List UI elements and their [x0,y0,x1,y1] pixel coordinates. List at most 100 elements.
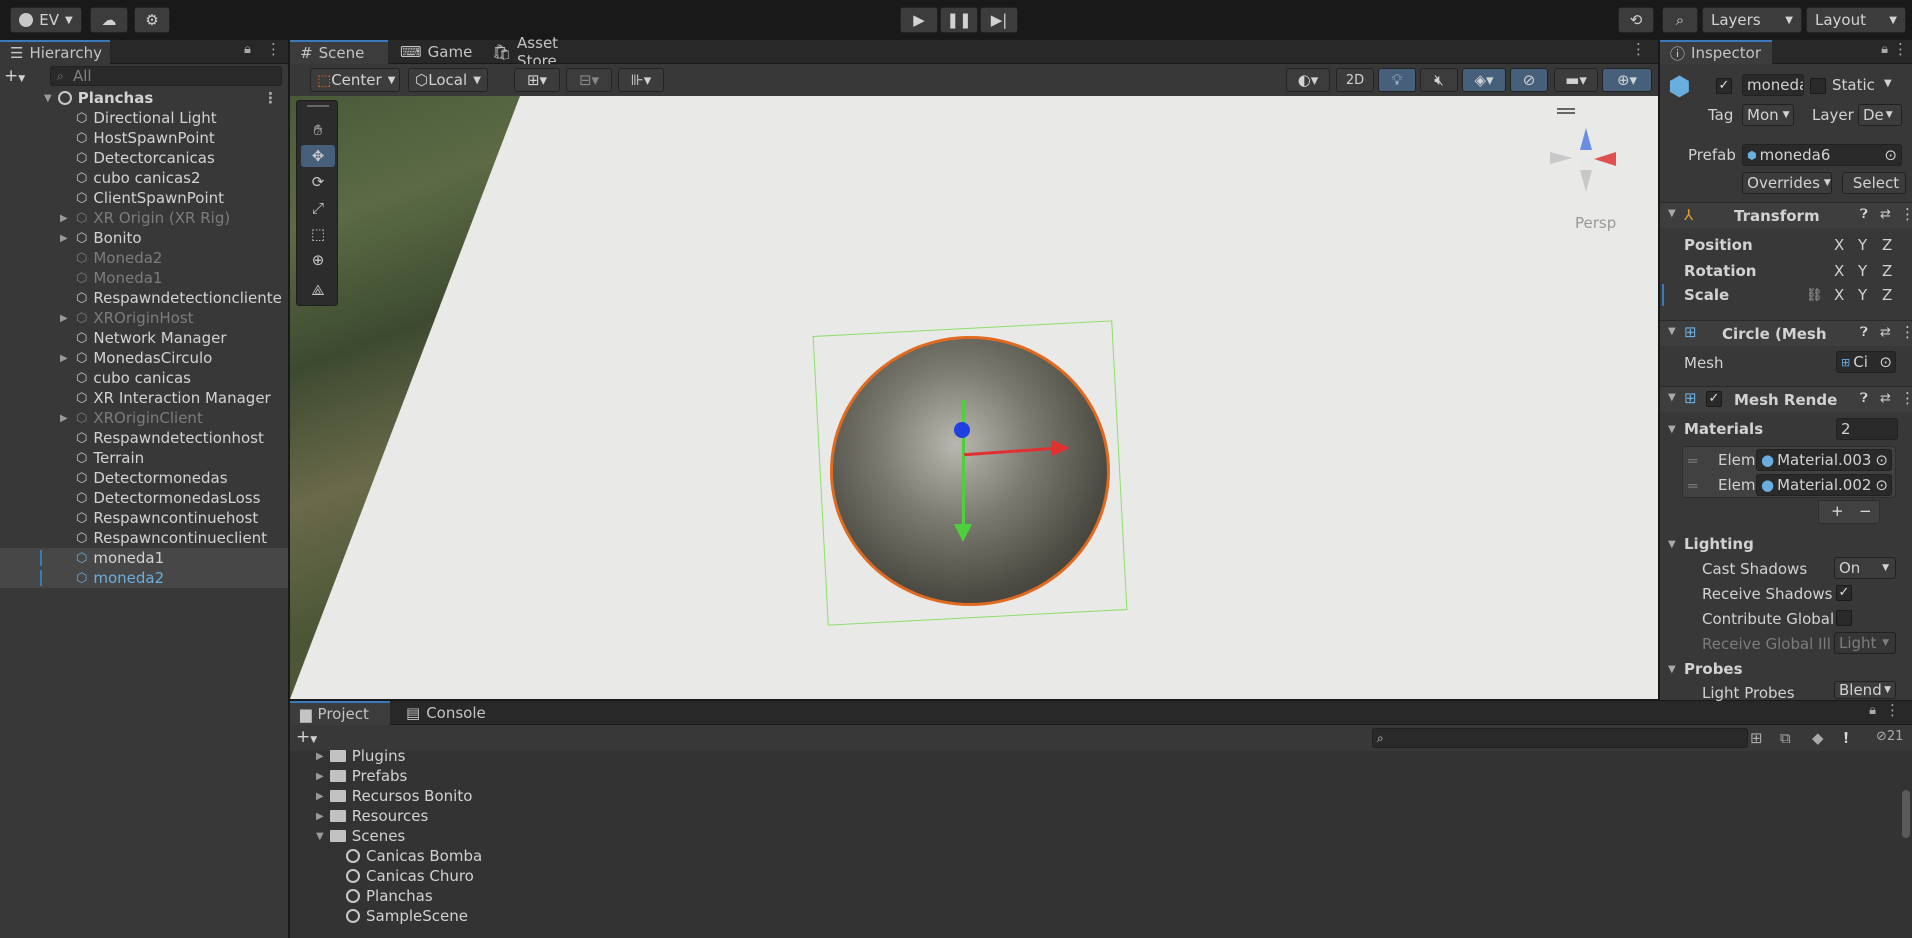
z-axis-label[interactable]: Z [1882,262,1892,280]
lock-icon[interactable]: 🔒︎ [1869,703,1876,718]
static-checkbox[interactable] [1810,78,1826,94]
x-axis-label[interactable]: X [1834,262,1844,280]
expand-arrow-icon[interactable]: ▶ [60,413,68,424]
space-dropdown[interactable]: ⬡ Local ▼ [408,68,488,92]
cloud-button[interactable]: ☁ [90,7,128,33]
add-object-button[interactable]: +▼ [4,66,36,88]
project-folder[interactable]: ▶ Resources [316,806,428,826]
tab-asset-store[interactable]: 🛍︎ Asset Store [482,34,602,70]
contribute-global-checkbox[interactable] [1836,610,1852,626]
y-axis-handle[interactable] [962,400,965,530]
materials-count-input[interactable]: 2 [1836,418,1898,440]
grid-snap-button[interactable]: ⊟▾ [566,68,612,92]
preset-icon[interactable]: ⇄ [1880,325,1891,340]
neg-x-gizmo-cone-icon[interactable] [1550,152,1572,164]
more-menu-icon[interactable]: ⋮ [263,89,278,107]
expand-arrow-icon[interactable]: ▶ [60,213,68,224]
scale-tool[interactable]: ⤢ [301,197,335,219]
hierarchy-item[interactable]: ⬡ Respawndetectionhost [0,428,288,448]
prefab-cube-icon[interactable]: ⬢ [1668,72,1698,106]
drag-handle-icon[interactable]: ═ [1688,477,1697,495]
drag-handle-icon[interactable] [1557,108,1575,110]
visibility-toggle[interactable]: ⊘ [1510,68,1548,92]
hierarchy-item[interactable]: ⬡ moneda1 [0,548,288,568]
expand-arrow-icon[interactable]: ▶ [60,313,68,324]
rotate-tool[interactable]: ⟳ [301,171,335,193]
step-button[interactable]: ▶| [980,7,1018,33]
audio-toggle[interactable]: 🔇︎ [1420,68,1458,92]
preset-icon[interactable]: ⇄ [1880,207,1891,222]
more-menu-icon[interactable]: ⋮ [1631,40,1646,58]
hierarchy-item[interactable]: ⬡ Directional Light [0,108,288,128]
pivot-dropdown[interactable]: ⬚ Center ▼ [310,68,400,92]
coin-object[interactable] [830,336,1110,606]
more-menu-icon[interactable]: ⋮ [1900,205,1912,223]
minus-icon[interactable]: − [1859,502,1872,520]
project-scrollbar[interactable] [1902,790,1910,838]
y-axis-label[interactable]: Y [1858,236,1867,254]
object-name-input[interactable]: moneda [1742,74,1804,96]
gizmo-center[interactable] [1580,156,1592,168]
drag-handle-icon[interactable]: ═ [1688,452,1697,470]
cast-shadows-dropdown[interactable]: On ▼ [1834,557,1896,579]
active-checkbox[interactable]: ✓ [1716,78,1732,94]
scene-viewport[interactable]: Persp [290,96,1658,699]
prefab-field[interactable]: ⬢ moneda6 ⊙ [1742,144,1902,166]
hidden-packages-toggle[interactable]: ⊘21 [1876,729,1903,744]
expand-arrow-icon[interactable]: ▶ [316,791,324,802]
project-folder[interactable]: ▶ Prefabs [316,766,407,786]
lock-icon[interactable]: 🔒︎ [244,42,251,57]
tab-project[interactable]: ▆ Project [290,701,390,725]
project-scene[interactable]: SampleScene [346,906,468,926]
select-button[interactable]: Select [1842,172,1906,194]
camera-dropdown[interactable]: ▬▾ [1554,68,1598,92]
hierarchy-item[interactable]: ▶ ⬡ XROriginHost [0,308,288,328]
expand-arrow-icon[interactable]: ▼ [1668,424,1676,435]
target-icon[interactable]: ⊙ [1884,146,1897,164]
hierarchy-item[interactable]: ⬡ cubo canicas2 [0,168,288,188]
hierarchy-item[interactable]: ⬡ Respawndetectioncliente [0,288,288,308]
plus-icon[interactable]: + [1831,502,1844,520]
mesh-filter-header[interactable]: ▼ ⊞ Circle (Mesh ❓︎ ⇄ ⋮ [1660,320,1912,346]
z-axis-handle[interactable] [954,422,970,438]
orientation-gizmo[interactable] [1550,126,1620,196]
link-off-icon[interactable]: ⛓︎ [1806,288,1823,303]
history-button[interactable]: ⟲ [1618,7,1654,33]
layer-dropdown[interactable]: De ▼ [1858,104,1902,126]
y-axis-label[interactable]: Y [1858,286,1867,304]
snap-button[interactable]: ⊞▾ [514,68,560,92]
receive-shadows-checkbox[interactable]: ✓ [1836,585,1852,601]
project-folder[interactable]: ▶ Plugins [316,746,405,766]
help-icon[interactable]: ❓︎ [1860,207,1868,222]
expand-arrow-icon[interactable]: ▼ [316,831,324,842]
hierarchy-item[interactable]: ⬡ Respawncontinueclient [0,528,288,548]
expand-arrow-icon[interactable]: ▼ [1668,539,1676,550]
hierarchy-search-input[interactable]: ⌕ All [50,66,282,86]
play-button[interactable]: ▶ [900,7,938,33]
mesh-renderer-header[interactable]: ▼ ⊞ ✓ Mesh Rende ❓︎ ⇄ ⋮ [1660,386,1912,412]
chevron-down-icon[interactable]: ▼ [1884,78,1892,89]
draw-mode-dropdown[interactable]: ◐▾ [1286,68,1330,92]
filter-type-icon[interactable]: ⊞ [1750,729,1763,747]
expand-arrow-icon[interactable]: ▶ [60,233,68,244]
hierarchy-item[interactable]: ⬡ DetectormonedasLoss [0,488,288,508]
tag-icon[interactable]: ◆ [1812,729,1824,747]
lighting-toggle[interactable]: 💡︎ [1378,68,1416,92]
hierarchy-item[interactable]: ⬡ Moneda1 [0,268,288,288]
neg-y-gizmo-cone-icon[interactable] [1580,170,1592,192]
project-folder[interactable]: ▶ Recursos Bonito [316,786,472,806]
overrides-dropdown[interactable]: Overrides ▼ [1742,172,1832,194]
gizmos-dropdown[interactable]: ⊕▾ [1602,68,1652,92]
scene-root[interactable]: ▼ Planchas ⋮ [0,88,288,108]
z-axis-label[interactable]: Z [1882,286,1892,304]
project-scene[interactable]: Canicas Bomba [346,846,482,866]
x-axis-label[interactable]: X [1834,236,1844,254]
search-button[interactable]: ⌕ [1662,7,1698,33]
hierarchy-item[interactable]: ⬡ Network Manager [0,328,288,348]
hierarchy-item[interactable]: ⬡ HostSpawnPoint [0,128,288,148]
more-menu-icon[interactable]: ⋮ [266,40,281,58]
lock-icon[interactable]: 🔒︎ [1881,42,1888,57]
project-folder[interactable]: ▼ Scenes [316,826,405,846]
hierarchy-item[interactable]: ▶ ⬡ XROriginClient [0,408,288,428]
help-icon[interactable]: ❓︎ [1860,325,1868,340]
